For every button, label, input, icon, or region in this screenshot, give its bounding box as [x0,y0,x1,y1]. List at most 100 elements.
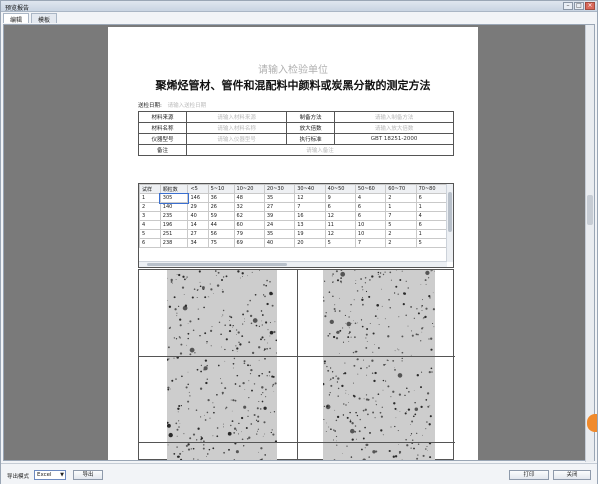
table-cell[interactable]: 44 [207,220,235,230]
table-cell[interactable]: 238 [159,238,189,248]
minimize-button[interactable]: – [563,2,573,10]
table-cell[interactable]: 6 [354,211,387,221]
table-cell[interactable]: 12 [294,193,326,203]
table-cell[interactable]: 2 [139,202,161,212]
org-placeholder[interactable]: 请输入检验单位 [108,61,478,76]
tab-edit[interactable]: 编辑 [3,13,30,24]
table-cell[interactable]: 16 [294,211,326,221]
table-cell[interactable]: 4 [139,220,161,230]
table-cell[interactable]: 48 [233,193,265,203]
table-row[interactable]: 3 235 40 59 62 39 16 12 6 7 4 [139,211,448,221]
table-cell[interactable]: 75 [207,238,235,248]
column-header[interactable]: 70~80 [415,184,448,194]
table-cell[interactable]: 6 [324,202,356,212]
column-header[interactable]: 30~40 [294,184,326,194]
table-cell[interactable]: 13 [294,220,326,230]
table-cell[interactable]: 7 [294,202,326,212]
table-cell[interactable]: 235 [159,211,189,221]
magnification-field[interactable]: 请输入放大倍数 [334,122,454,134]
date-field[interactable]: 请输入送检日期 [168,103,207,109]
table-cell[interactable]: 36 [207,193,235,203]
table-cell[interactable]: 196 [159,220,189,230]
table-cell[interactable]: 5 [324,238,356,248]
table-cell[interactable]: 5 [139,229,161,239]
table-row[interactable]: 6 238 34 75 69 40 20 5 7 2 5 [139,238,448,248]
table-cell[interactable]: 6 [415,193,448,203]
column-header[interactable]: 5~10 [207,184,235,194]
table-cell[interactable]: 10 [354,229,387,239]
table-cell[interactable]: 4 [354,193,387,203]
table-cell[interactable]: 34 [187,238,209,248]
table-cell[interactable]: 1 [385,202,417,212]
material-name-field[interactable]: 请输入材料名称 [185,122,288,134]
table-row[interactable]: 5 251 27 56 79 35 19 12 10 2 1 [139,229,448,239]
table-cell[interactable]: 12 [324,229,356,239]
table-cell[interactable]: 60 [233,220,265,230]
column-header[interactable]: 试样 [139,184,161,194]
table-cell[interactable]: 2 [385,238,417,248]
export-button[interactable]: 导出 [73,470,103,480]
material-source-field[interactable]: 请输入材料来源 [185,111,288,123]
column-header[interactable]: 60~70 [385,184,417,194]
column-header[interactable]: 40~50 [324,184,356,194]
table-cell[interactable]: 9 [324,193,356,203]
print-button[interactable]: 打印 [509,470,549,480]
table-cell[interactable]: 1 [139,193,161,203]
table-cell[interactable]: 19 [294,229,326,239]
column-header[interactable]: <5 [187,184,209,194]
tab-template[interactable]: 模板 [31,13,58,24]
column-header[interactable]: 50~60 [354,184,387,194]
table-cell[interactable]: 14 [187,220,209,230]
table-cell[interactable]: 251 [159,229,189,239]
table-cell[interactable]: 7 [385,211,417,221]
table-cell[interactable]: 2 [385,193,417,203]
preview-vertical-scrollbar[interactable] [585,25,594,462]
table-row[interactable]: 1 305 146 36 48 35 12 9 4 2 6 [139,192,448,204]
table-cell[interactable]: 12 [324,211,356,221]
table-cell[interactable]: 10 [354,220,387,230]
table-cell[interactable]: 5 [385,220,417,230]
table-cell[interactable]: 35 [263,193,296,203]
table-cell[interactable]: 79 [233,229,265,239]
column-header[interactable]: 颗粒数 [159,184,189,194]
table-cell[interactable]: 140 [159,202,189,212]
table-cell[interactable]: 69 [233,238,265,248]
table-cell[interactable]: 2 [385,229,417,239]
standard-field[interactable]: GBT 18251-2000 [334,133,454,145]
table-cell[interactable]: 11 [324,220,356,230]
table-cell[interactable]: 40 [187,211,209,221]
table-row[interactable]: 2 140 29 26 32 27 7 6 6 1 1 [139,202,448,212]
table-cell[interactable]: 6 [139,238,161,248]
prep-method-field[interactable]: 请输入制备方法 [334,111,454,123]
table-cell[interactable]: 146 [187,193,209,203]
table-cell[interactable]: 4 [415,211,448,221]
table-cell[interactable]: 27 [187,229,209,239]
table-cell[interactable]: 20 [294,238,326,248]
table-cell[interactable]: 56 [207,229,235,239]
table-cell[interactable]: 7 [354,238,387,248]
grid-vertical-scrollbar[interactable] [446,184,453,262]
table-cell[interactable]: 3 [139,211,161,221]
table-cell[interactable]: 40 [263,238,296,248]
maximize-button[interactable]: □ [574,2,584,10]
table-cell[interactable]: 27 [263,202,296,212]
instrument-model-field[interactable]: 请输入仪器型号 [185,133,288,145]
table-cell[interactable]: 29 [187,202,209,212]
close-window-button[interactable]: × [585,2,595,10]
table-cell[interactable]: 35 [263,229,296,239]
table-cell[interactable]: 6 [354,202,387,212]
table-cell[interactable]: 6 [415,220,448,230]
table-cell[interactable]: 32 [233,202,265,212]
table-cell[interactable]: 62 [233,211,265,221]
table-cell[interactable]: 26 [207,202,235,212]
remark-field[interactable]: 请输入备注 [186,144,454,156]
table-row[interactable]: 4 196 14 44 60 24 13 11 10 5 6 [139,220,448,230]
grid-horizontal-scrollbar[interactable] [139,261,447,267]
column-header[interactable]: 10~20 [233,184,265,194]
table-cell[interactable]: 5 [415,238,448,248]
table-cell[interactable]: 24 [263,220,296,230]
table-cell[interactable]: 1 [415,202,448,212]
export-mode-select[interactable]: Excel ▼ [34,470,66,480]
table-cell[interactable]: 305 [159,192,189,204]
column-header[interactable]: 20~30 [263,184,296,194]
